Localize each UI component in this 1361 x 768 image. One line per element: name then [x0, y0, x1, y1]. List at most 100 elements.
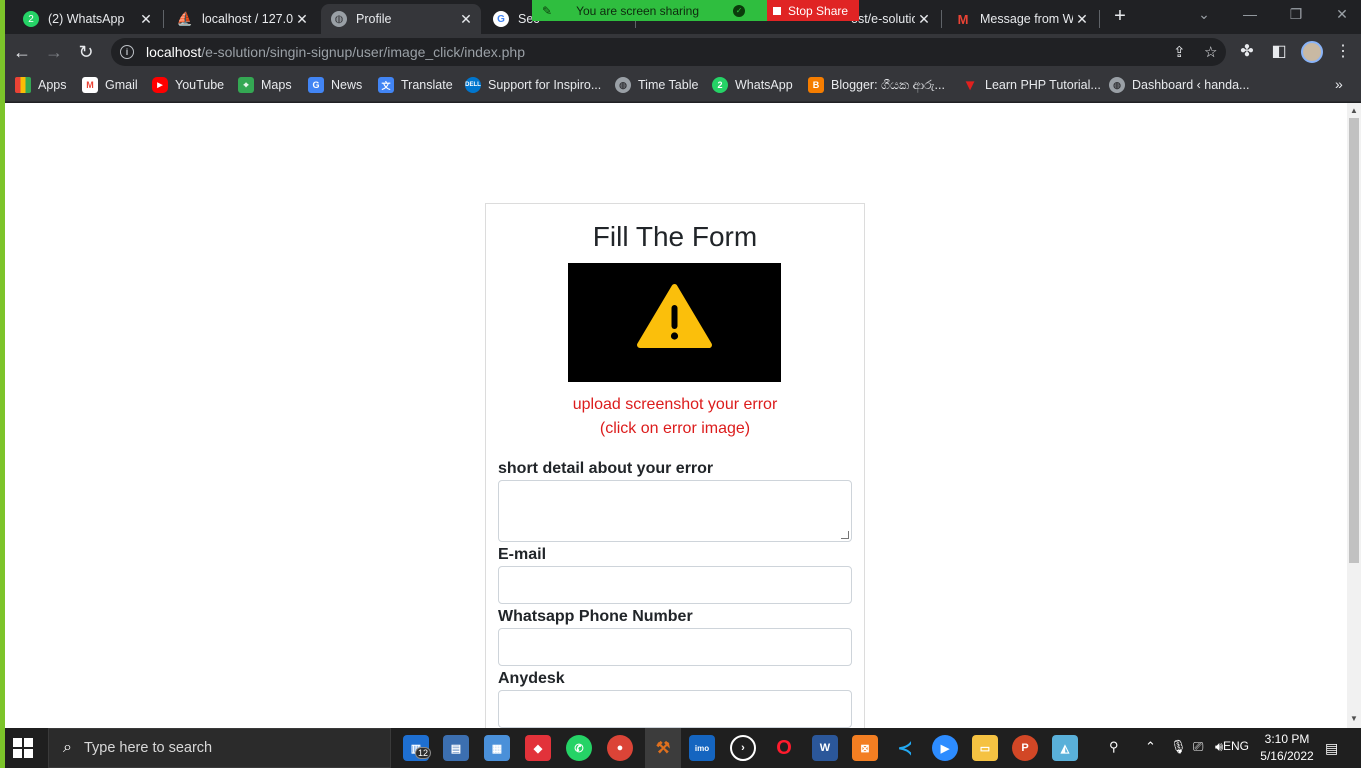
bookmark-php-tutorial[interactable]: ▼ Learn PHP Tutorial... — [962, 76, 1101, 94]
taskbar-app-icon[interactable]: ▤ — [443, 735, 469, 761]
back-button[interactable]: ← — [11, 41, 33, 63]
taskbar-chrome-icon[interactable]: ● — [607, 735, 633, 761]
reload-button[interactable]: ↻ — [75, 41, 97, 63]
page-content: Fill The Form upload screenshot your err… — [5, 103, 1361, 728]
taskbar-file-app-icon[interactable]: ▦ — [484, 735, 510, 761]
restore-button[interactable]: ❐ — [1284, 6, 1308, 23]
network-icon[interactable]: ⎚ — [1193, 739, 1203, 755]
scroll-thumb[interactable] — [1349, 118, 1359, 563]
notification-center-icon[interactable]: ▤ — [1325, 740, 1338, 757]
php-tutorial-icon: ▼ — [962, 76, 978, 94]
menu-icon[interactable]: ⋮ — [1332, 41, 1354, 61]
taskbar-opera-icon[interactable]: O — [771, 735, 797, 761]
maps-icon: ⌖ — [238, 77, 254, 93]
taskbar-word-icon[interactable]: W — [812, 735, 838, 761]
url-path: /e-solution/singin-signup/user/image_cli… — [201, 44, 526, 60]
bookmark-news[interactable]: G News — [308, 77, 362, 93]
whatsapp-phone-field[interactable] — [498, 628, 852, 666]
bookmark-dashboard[interactable]: ◍ Dashboard ‹ handa... — [1109, 77, 1249, 93]
close-icon[interactable]: ✕ — [457, 11, 475, 28]
bookmark-dell-support[interactable]: DELL Support for Inspiro... — [465, 77, 601, 93]
bookmark-translate[interactable]: 文 Translate — [378, 77, 453, 93]
shield-icon: ✓ — [733, 4, 746, 17]
bookmark-apps[interactable]: Apps — [15, 77, 67, 93]
tab-search-chevron-icon[interactable]: ⌄ — [1192, 6, 1216, 23]
taskbar-search-box[interactable]: ⌕ Type here to search — [48, 728, 391, 768]
tab-phpmyadmin[interactable]: ⛵ localhost / 127.0.0.1 ✕ — [167, 4, 317, 34]
microphone-icon[interactable]: 🎙︎ — [1170, 739, 1187, 755]
taskbar-whatsapp-icon[interactable]: ✆ — [566, 735, 592, 761]
taskbar-imo-icon[interactable]: imo — [689, 735, 715, 761]
globe-icon: ◍ — [1109, 77, 1125, 93]
taskbar-media-icon[interactable]: › — [730, 735, 756, 761]
screen-share-banner: ✎ You are screen sharing ✓ Stop Share — [532, 0, 859, 21]
bookmark-blogger[interactable]: B Blogger: ගීයක ආරු... — [808, 77, 945, 93]
google-icon: G — [493, 11, 509, 27]
blogger-icon: B — [808, 77, 824, 93]
email-field[interactable] — [498, 566, 852, 604]
clock-date: 5/16/2022 — [1260, 749, 1314, 763]
close-icon[interactable]: ✕ — [137, 11, 155, 28]
taskbar-file-explorer-icon[interactable]: ▭ — [972, 735, 998, 761]
people-icon[interactable]: ⚲ — [1109, 739, 1119, 755]
new-tab-button[interactable]: + — [1109, 6, 1131, 28]
bookmark-timetable[interactable]: ◍ Time Table — [615, 77, 698, 93]
avatar[interactable] — [1301, 41, 1323, 63]
taskbar: ⌕ Type here to search ▥ 12 ▤ ▦ ◆ ✆ ● ⚒ i… — [5, 728, 1361, 768]
anydesk-field[interactable] — [498, 690, 852, 728]
share-icon[interactable]: ⇪ — [1173, 43, 1186, 61]
error-image-upload[interactable] — [568, 263, 781, 382]
bookmarks-bar: Apps M Gmail ▶ YouTube ⌖ Maps G News 文 T… — [5, 70, 1361, 102]
dell-icon: DELL — [465, 77, 481, 93]
extensions-icon[interactable]: ✤ — [1236, 41, 1258, 61]
taskbar-powerpoint-icon[interactable]: P — [1012, 735, 1038, 761]
close-icon[interactable]: ✕ — [915, 11, 933, 28]
taskbar-anydesk-icon[interactable]: ◆ — [525, 735, 551, 761]
stop-share-button[interactable]: Stop Share — [767, 0, 859, 21]
taskbar-active-app-icon[interactable]: ⚒ — [645, 728, 681, 768]
bookmark-youtube[interactable]: ▶ YouTube — [152, 77, 224, 93]
more-bookmarks-chevron-icon[interactable]: » — [1335, 76, 1343, 92]
page-scrollbar[interactable]: ▲ ▼ — [1347, 103, 1361, 728]
forward-button[interactable]: → — [43, 41, 65, 63]
error-detail-textarea[interactable] — [498, 480, 852, 542]
site-info-icon[interactable]: i — [120, 45, 134, 59]
scroll-down-icon[interactable]: ▼ — [1350, 714, 1358, 723]
tab-profile[interactable]: ◍ Profile ✕ — [321, 4, 481, 34]
gmail-icon: M — [82, 77, 98, 93]
bookmark-label: Apps — [38, 78, 67, 92]
windows-start-icon[interactable] — [13, 738, 33, 758]
taskbar-vscode-icon[interactable]: ≺ — [892, 735, 918, 761]
youtube-icon: ▶ — [152, 77, 168, 93]
address-bar[interactable]: i localhost/e-solution/singin-signup/use… — [111, 38, 1226, 66]
resize-handle-icon[interactable] — [841, 531, 849, 539]
search-placeholder: Type here to search — [83, 740, 213, 756]
close-icon[interactable]: ✕ — [1073, 11, 1091, 28]
bookmark-label: Translate — [401, 78, 453, 92]
taskbar-clock[interactable]: 3:10 PM 5/16/2022 — [1257, 731, 1317, 765]
bookmark-whatsapp[interactable]: 2 WhatsApp — [712, 77, 793, 93]
scroll-up-icon[interactable]: ▲ — [1350, 106, 1358, 115]
taskbar-xampp-icon[interactable]: ⊠ — [852, 735, 878, 761]
taskbar-zoom-icon[interactable]: ▶ — [932, 735, 958, 761]
bookmark-gmail[interactable]: M Gmail — [82, 77, 138, 93]
close-icon[interactable]: ✕ — [293, 11, 311, 28]
tab-gmail[interactable]: M Message from W ✕ — [945, 4, 1097, 34]
volume-icon[interactable]: 🔊︎ — [1215, 739, 1223, 755]
tab-whatsapp[interactable]: 2 (2) WhatsApp ✕ — [13, 4, 161, 34]
url-host: localhost — [146, 44, 202, 60]
language-indicator[interactable]: ENG — [1223, 739, 1249, 753]
show-hidden-icons-chevron-icon[interactable]: ⌃ — [1145, 739, 1156, 755]
minimize-button[interactable]: — — [1238, 6, 1262, 22]
pen-icon[interactable]: ✎ — [542, 4, 552, 18]
bookmark-label: Dashboard ‹ handa... — [1132, 78, 1250, 92]
side-panel-icon[interactable]: ◧ — [1268, 41, 1290, 61]
tab-separator — [163, 10, 164, 28]
bookmark-maps[interactable]: ⌖ Maps — [238, 77, 292, 93]
tab-label: localhost / 127.0.0.1 — [202, 12, 293, 26]
taskbar-app-icon[interactable]: ◭ — [1052, 735, 1078, 761]
close-window-button[interactable]: ✕ — [1330, 6, 1354, 23]
bookmark-label: Maps — [261, 78, 292, 92]
bookmark-star-icon[interactable]: ☆ — [1204, 43, 1217, 61]
bookmark-label: Time Table — [638, 78, 699, 92]
